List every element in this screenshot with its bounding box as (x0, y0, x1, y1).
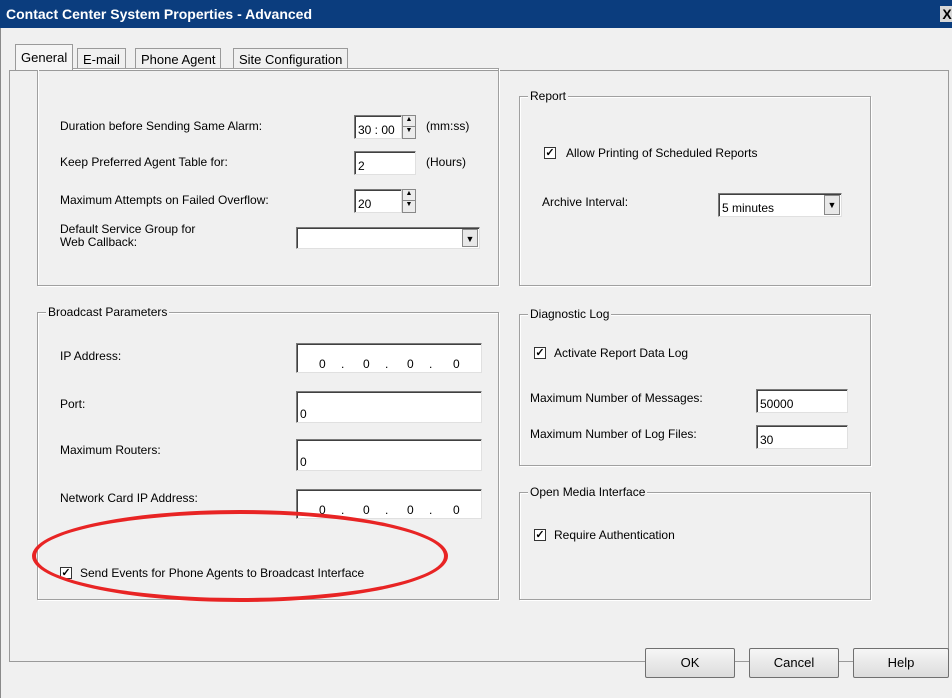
activate-log-label: Activate Report Data Log (554, 346, 689, 360)
max-routers-input[interactable]: 0 (296, 439, 482, 471)
max-attempts-field[interactable]: 20 (354, 189, 402, 213)
max-log-files-label: Maximum Number of Log Files: (530, 427, 697, 441)
chevron-down-icon[interactable]: ▼ (824, 195, 840, 215)
open-media-legend: Open Media Interface (528, 485, 648, 499)
activate-log-checkbox[interactable]: ✓ (534, 347, 546, 359)
archive-interval-dropdown[interactable]: 5 minutes ▼ (718, 193, 842, 217)
open-media-group: Open Media Interface ✓ Require Authentic… (519, 485, 871, 600)
tab-general[interactable]: General (15, 44, 74, 70)
spin-down-icon[interactable]: ▼ (403, 127, 415, 138)
max-messages-input[interactable]: 50000 (756, 389, 848, 413)
max-log-files-input[interactable]: 30 (756, 425, 848, 449)
diagnostic-log-group: Diagnostic Log ✓ Activate Report Data Lo… (519, 307, 871, 466)
spin-up-icon[interactable]: ▲ (403, 116, 415, 127)
ip-address-input[interactable]: 0 . 0 . 0 . 0 (296, 343, 482, 373)
diagnostic-legend: Diagnostic Log (528, 307, 612, 321)
service-group-dropdown[interactable]: ▼ (296, 227, 480, 249)
duration-label: Duration before Sending Same Alarm: (60, 119, 263, 133)
max-attempts-label: Maximum Attempts on Failed Overflow: (60, 193, 269, 207)
network-card-ip-label: Network Card IP Address: (60, 491, 198, 505)
port-label: Port: (60, 397, 86, 411)
ok-button[interactable]: OK (645, 648, 735, 678)
service-group-label: Default Service Group for Web Callback: (60, 222, 196, 249)
network-card-ip-input[interactable]: 0 . 0 . 0 . 0 (296, 489, 482, 519)
allow-printing-checkbox[interactable]: ✓ (544, 147, 556, 159)
max-messages-label: Maximum Number of Messages: (530, 391, 703, 405)
max-attempts-spinner[interactable]: ▲ ▼ (402, 189, 416, 213)
help-button[interactable]: Help (853, 648, 949, 678)
max-routers-label: Maximum Routers: (60, 443, 161, 457)
require-auth-label: Require Authentication (554, 528, 675, 542)
dialog-window: General E-mail Phone Agent Site Configur… (0, 28, 952, 698)
alarm-settings-group: Duration before Sending Same Alarm: 30 :… (37, 68, 499, 286)
broadcast-legend: Broadcast Parameters (46, 305, 170, 319)
report-legend: Report (528, 89, 569, 103)
tab-site-configuration[interactable]: Site Configuration (233, 48, 349, 68)
allow-printing-label: Allow Printing of Scheduled Reports (566, 146, 758, 160)
preferred-agent-hours-input[interactable]: 2 (354, 151, 416, 175)
tab-email[interactable]: E-mail (77, 48, 126, 68)
duration-spinner[interactable]: ▲ ▼ (402, 115, 416, 139)
port-input[interactable]: 0 (296, 391, 482, 423)
tab-phone-agent[interactable]: Phone Agent (135, 48, 222, 68)
spin-down-icon[interactable]: ▼ (403, 201, 415, 212)
spin-up-icon[interactable]: ▲ (403, 190, 415, 201)
close-icon[interactable]: X (940, 6, 952, 22)
preferred-agent-label: Keep Preferred Agent Table for: (60, 155, 228, 169)
duration-unit: (mm:ss) (426, 119, 470, 133)
duration-field[interactable]: 30 : 00 (354, 115, 402, 139)
send-events-label: Send Events for Phone Agents to Broadcas… (80, 566, 365, 580)
report-group: Report ✓ Allow Printing of Scheduled Rep… (519, 89, 871, 286)
preferred-agent-unit: (Hours) (426, 155, 467, 169)
archive-interval-label: Archive Interval: (542, 195, 629, 209)
chevron-down-icon[interactable]: ▼ (462, 229, 478, 247)
cancel-button[interactable]: Cancel (749, 648, 839, 678)
title-bar: Contact Center System Properties - Advan… (0, 0, 952, 28)
require-auth-checkbox[interactable]: ✓ (534, 529, 546, 541)
window-title: Contact Center System Properties - Advan… (6, 6, 313, 22)
send-events-checkbox[interactable]: ✓ (60, 567, 72, 579)
broadcast-parameters-group: Broadcast Parameters IP Address: 0 . 0 .… (37, 305, 499, 600)
ip-address-label: IP Address: (60, 349, 122, 363)
